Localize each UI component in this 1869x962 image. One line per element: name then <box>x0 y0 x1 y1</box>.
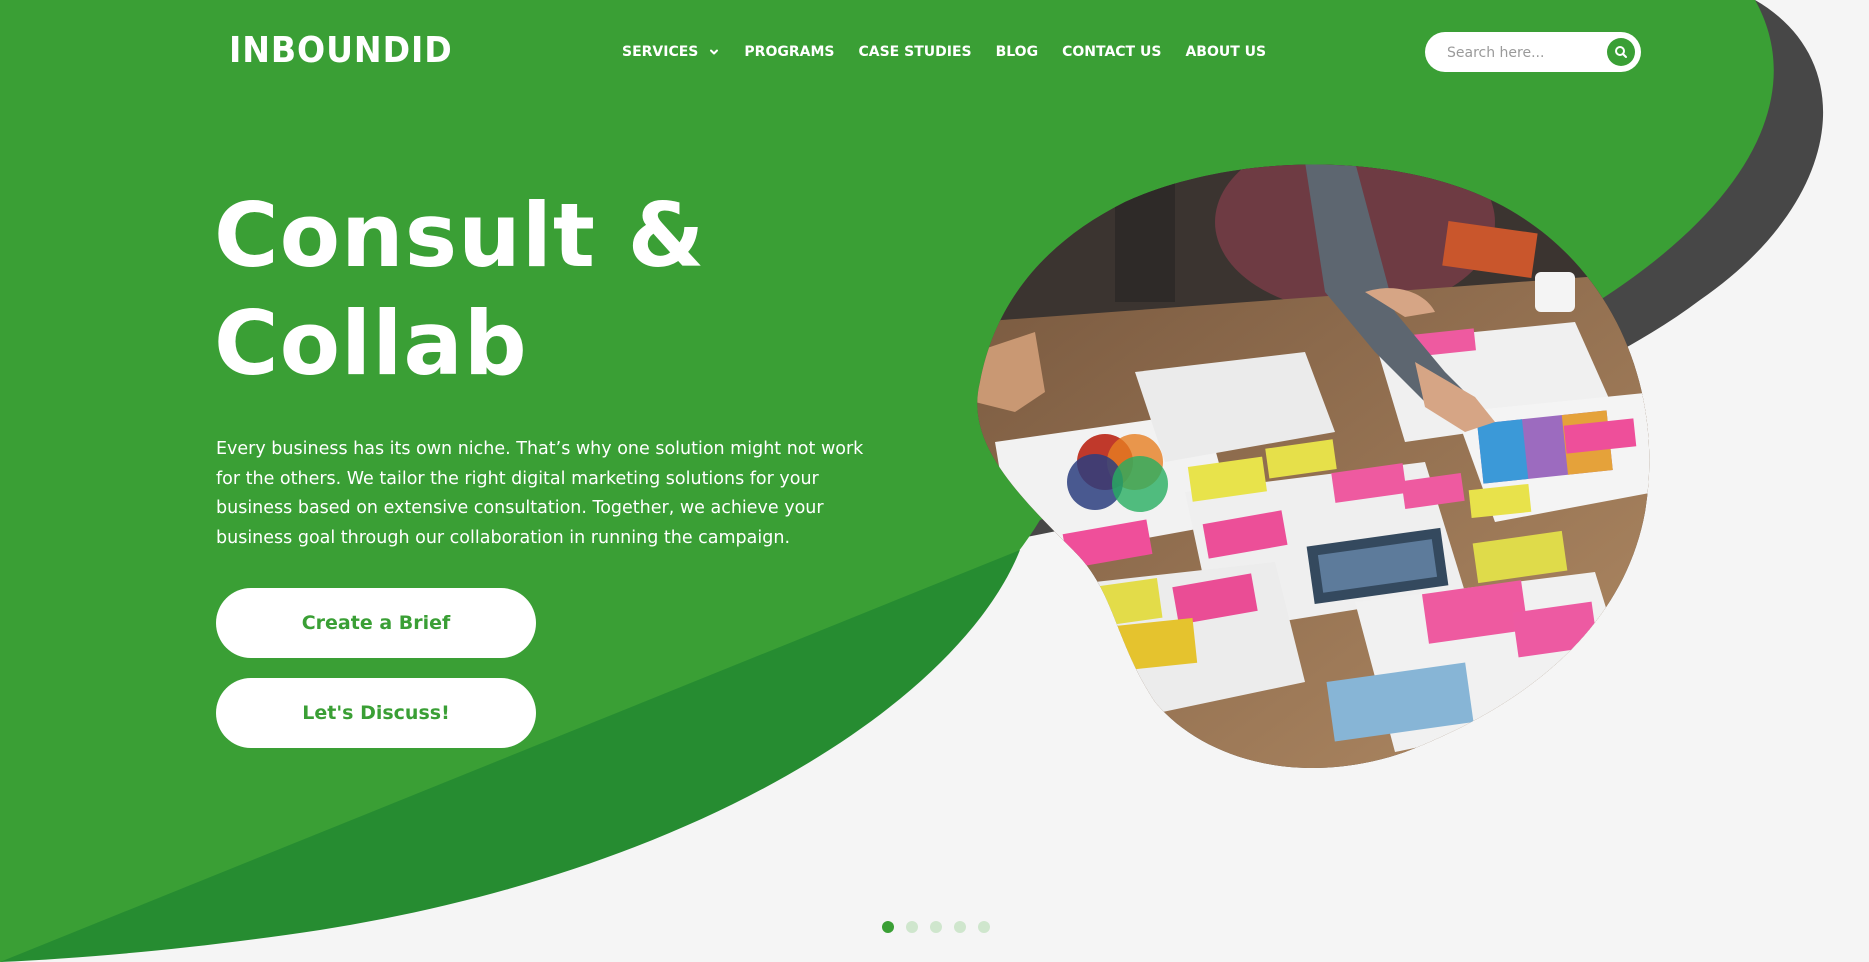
search-icon <box>1615 46 1627 58</box>
slider-pagination <box>882 921 990 933</box>
logo[interactable]: INBOUNDID <box>229 30 453 71</box>
landing-page: INBOUNDID SERVICES PROGRAMS CASE STUDIES… <box>0 0 1869 962</box>
nav-item-blog[interactable]: BLOG <box>996 44 1039 60</box>
hero-description: Every business has its own niche. That’s… <box>216 439 864 548</box>
hero-title-line1: Consult & <box>214 184 706 287</box>
create-brief-button[interactable]: Create a Brief <box>216 588 536 658</box>
nav-item-services[interactable]: SERVICES <box>622 44 720 60</box>
main-nav: SERVICES PROGRAMS CASE STUDIES BLOG CONT… <box>622 40 1290 64</box>
nav-item-case-studies[interactable]: CASE STUDIES <box>858 44 971 60</box>
nav-item-about-us[interactable]: ABOUT US <box>1185 44 1266 60</box>
search-box <box>1425 32 1641 74</box>
chevron-down-icon <box>710 49 719 55</box>
hero-title: Consult & Collab <box>214 182 834 398</box>
lets-discuss-button[interactable]: Let's Discuss! <box>216 678 536 748</box>
nav-item-contact-us[interactable]: CONTACT US <box>1062 44 1161 60</box>
slider-dot-3[interactable] <box>930 921 942 933</box>
nav-item-programs[interactable]: PROGRAMS <box>744 44 834 60</box>
search-button[interactable] <box>1607 38 1635 66</box>
nav-item-label: SERVICES <box>622 44 699 60</box>
search-input[interactable] <box>1445 32 1599 74</box>
hero-title-line2: Collab <box>214 292 528 395</box>
slider-dot-5[interactable] <box>978 921 990 933</box>
slider-dot-2[interactable] <box>906 921 918 933</box>
team-collaboration-photo <box>977 164 1650 768</box>
slider-dot-4[interactable] <box>954 921 966 933</box>
slider-dot-1[interactable] <box>882 921 894 933</box>
